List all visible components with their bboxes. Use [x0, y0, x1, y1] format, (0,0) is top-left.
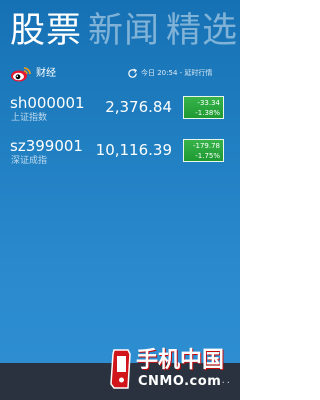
weibo-eye-icon	[11, 67, 31, 82]
watermark-title: 手机中国	[136, 348, 225, 373]
stock-price: 10,116.39	[95, 141, 172, 159]
stock-code: sh000001	[10, 94, 85, 112]
cnmo-watermark: 手机中国 CNMO.com	[108, 348, 236, 392]
change-badge: -33.34 -1.38%	[183, 96, 224, 119]
update-time: 今日 20:54 - 延时行情	[141, 69, 213, 77]
change-percent: -1.38%	[195, 109, 220, 117]
tab-news[interactable]: 新闻	[88, 11, 160, 51]
change-value: -179.78	[192, 142, 220, 150]
change-percent: -1.75%	[195, 152, 220, 160]
tab-stocks[interactable]: 股票	[10, 11, 82, 51]
stock-row[interactable]: sz399001 深证成指 10,116.39 -179.78 -1.75%	[10, 137, 235, 173]
stock-price: 2,376.84	[105, 98, 172, 116]
refresh-icon[interactable]	[127, 68, 138, 79]
watermark-domain: CNMO.com	[138, 374, 222, 389]
panorama-header: 股票 新闻 精选	[10, 10, 240, 52]
stock-name: 深证成指	[11, 156, 48, 166]
source-row: 财经 今日 20:54 - 延时行情	[10, 66, 235, 82]
source-name: 财经	[36, 68, 56, 79]
stock-name: 上证指数	[11, 113, 48, 123]
cnmo-phone-logo-icon	[110, 349, 131, 389]
change-value: -33.34	[197, 99, 220, 107]
stock-app-screen: 股票 新闻 精选 财经 今日 20:54 - 延时行情 sh000001 上证指数 …	[0, 0, 240, 400]
stock-code: sz399001	[10, 137, 83, 155]
stock-row[interactable]: sh000001 上证指数 2,376.84 -33.34 -1.38%	[10, 94, 235, 130]
change-badge: -179.78 -1.75%	[183, 139, 224, 162]
tab-featured[interactable]: 精选	[166, 11, 238, 51]
